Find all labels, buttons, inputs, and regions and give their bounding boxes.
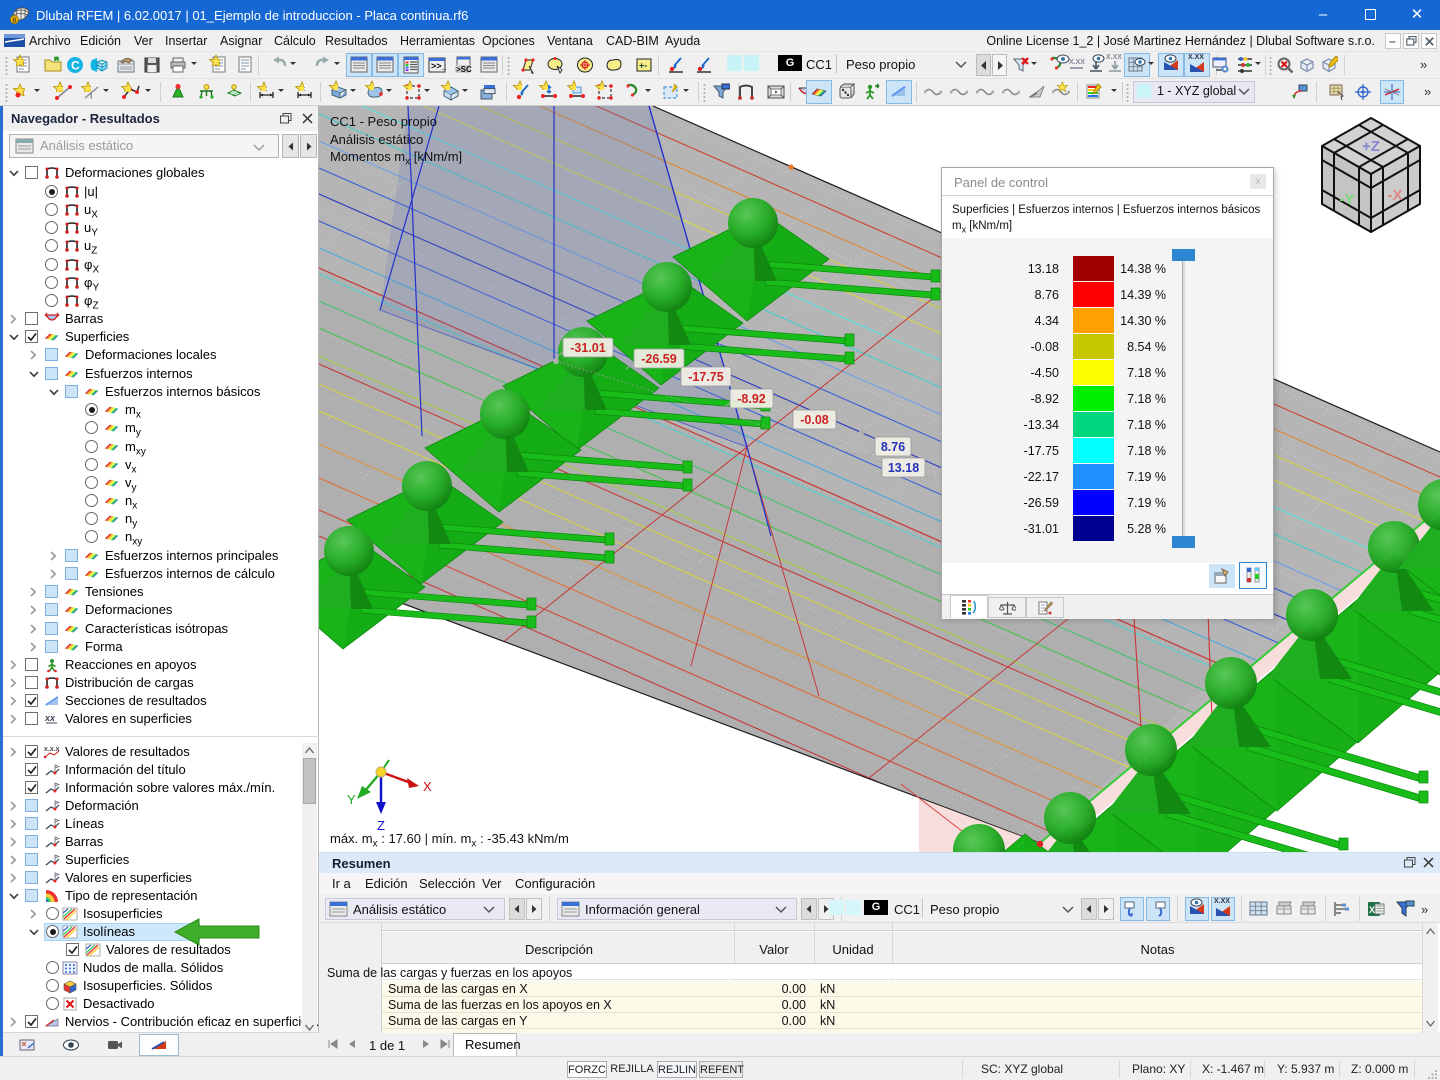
svg-text:C: C [71,59,80,73]
svg-text:Y: Y [347,792,356,807]
svg-text:I: I [90,92,92,101]
svg-text:-31.01: -31.01 [570,341,605,355]
svg-text:-X: -X [1388,187,1403,204]
svg-text:-26.59: -26.59 [641,352,676,366]
svg-text:xx: xx [44,713,56,723]
svg-text:+Z: +Z [1362,138,1380,155]
svg-text:-8.92: -8.92 [737,392,766,406]
svg-text:6: 6 [12,15,16,24]
svg-text:-Y: -Y [1340,191,1355,208]
svg-text:8.76: 8.76 [881,440,905,454]
svg-text:13.18: 13.18 [888,461,919,475]
svg-text:-17.75: -17.75 [688,370,723,384]
svg-text:X: X [423,779,432,794]
svg-text:X: X [1369,905,1375,915]
svg-text:-0.08: -0.08 [800,413,829,427]
